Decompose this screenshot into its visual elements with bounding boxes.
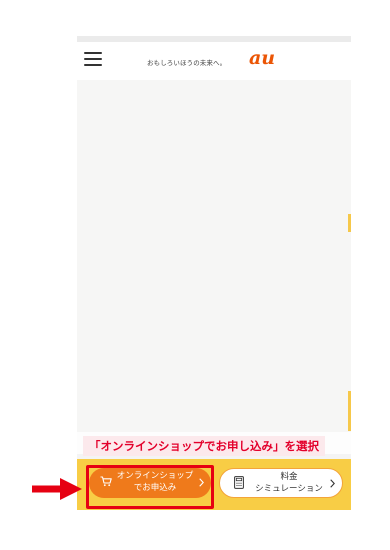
decor-strip xyxy=(348,214,351,232)
site-header: おもしろいほうの未来へ。 au xyxy=(77,42,351,80)
price-simulation-button[interactable]: 料金 シミュレーション xyxy=(219,468,343,498)
decor-strip xyxy=(348,391,351,431)
chevron-right-icon xyxy=(330,479,335,488)
instruction-annotation: 「オンラインショップでお申し込み」を選択 xyxy=(83,436,325,456)
arrow-right-icon xyxy=(32,478,82,500)
label-line: 料金 xyxy=(280,472,298,482)
tagline-text: おもしろいほうの未来へ。 xyxy=(147,59,227,67)
label-line: シミュレーション xyxy=(255,483,323,494)
calculator-icon xyxy=(234,476,244,489)
logo-text: au xyxy=(249,49,275,67)
simulation-button-label: 料金 シミュレーション xyxy=(244,472,334,495)
logo-link[interactable]: おもしろいほうの未来へ。 au xyxy=(147,48,281,72)
page-content xyxy=(77,80,351,454)
highlight-frame xyxy=(86,465,214,509)
au-logo: au xyxy=(249,49,275,67)
phone-screen: おもしろいほうの未来へ。 au オンラインショップ でお申込み 料金 シミュレー… xyxy=(77,36,351,510)
menu-icon[interactable] xyxy=(84,51,102,67)
